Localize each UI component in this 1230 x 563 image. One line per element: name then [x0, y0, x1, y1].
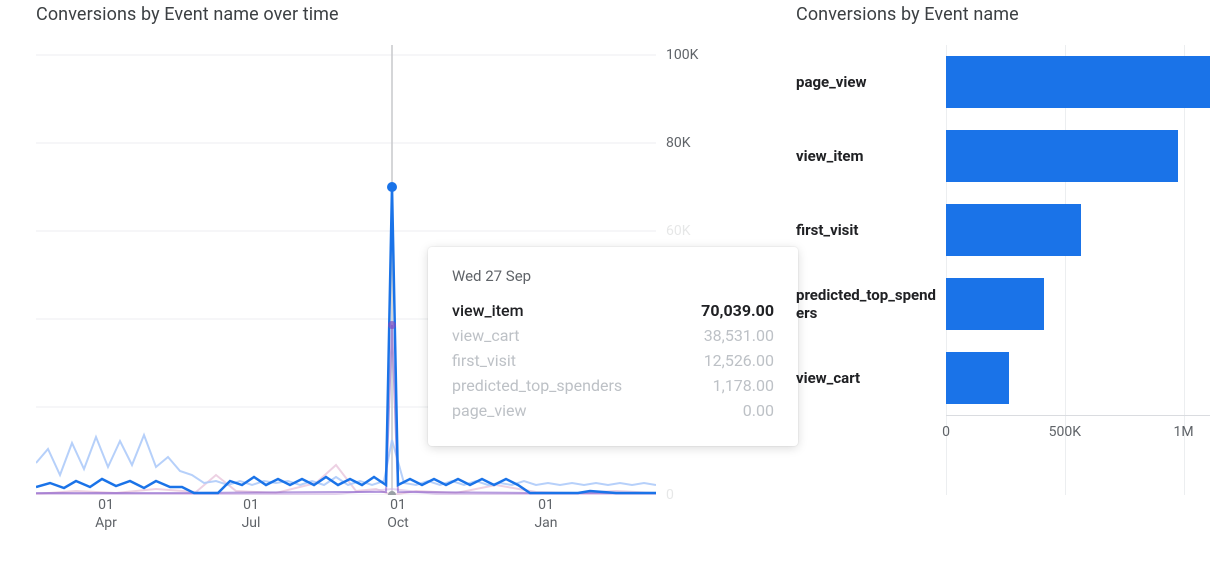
bar-label: view_cart	[796, 369, 946, 387]
bar-row: predicted_top_spenders	[796, 267, 1210, 341]
bar-label: page_view	[796, 73, 946, 91]
chart-tooltip: Wed 27 Sep view_item 70,039.00 view_cart…	[428, 247, 798, 446]
bar-x-tick: 1M	[1174, 424, 1194, 440]
y-tick: 60K	[666, 223, 691, 239]
bar-label: predicted_top_spenders	[796, 286, 946, 322]
bar-chart-panel: Conversions by Event name page_view view…	[776, 4, 1210, 563]
tooltip-row: page_view 0.00	[452, 401, 774, 420]
tooltip-row: first_visit 12,526.00	[452, 351, 774, 370]
y-tick: 100K	[666, 47, 698, 63]
bar-fill	[946, 56, 1210, 108]
bar-label: view_item	[796, 147, 946, 165]
tooltip-row: view_item 70,039.00	[452, 301, 774, 320]
bar-fill	[946, 204, 1081, 256]
tooltip-row: view_cart 38,531.00	[452, 326, 774, 345]
line-chart-title: Conversions by Event name over time	[36, 4, 776, 25]
line-x-axis: 01Apr 01Jul 01Oct 01Jan	[36, 497, 656, 537]
bar-row: view_item	[796, 119, 1210, 193]
x-tick: 01Oct	[387, 497, 409, 532]
bar-row: first_visit	[796, 193, 1210, 267]
x-tick: 01Jan	[534, 497, 557, 532]
bar-chart-title: Conversions by Event name	[796, 4, 1210, 25]
bar-fill	[946, 278, 1044, 330]
x-tick: 01Apr	[95, 497, 117, 532]
y-tick: 0	[666, 487, 674, 503]
tooltip-row: predicted_top_spenders 1,178.00	[452, 376, 774, 395]
bar-x-axis: 0 500K 1M	[946, 415, 1210, 445]
bar-row: view_cart	[796, 341, 1210, 415]
bar-fill	[946, 352, 1009, 404]
tooltip-date: Wed 27 Sep	[452, 267, 774, 285]
bar-row: page_view	[796, 45, 1210, 119]
y-tick: 80K	[666, 135, 691, 151]
bar-chart[interactable]: page_view view_item first_visit predicte…	[796, 45, 1210, 525]
bar-fill	[946, 130, 1178, 182]
line-chart-panel: Conversions by Event name over time	[36, 4, 776, 563]
x-tick: 01Jul	[242, 497, 261, 532]
bar-x-tick: 0	[942, 424, 950, 440]
line-chart[interactable]: 100K 80K 60K 40K 20K 0 01Apr 01Jul 01Oct	[36, 45, 776, 525]
bar-label: first_visit	[796, 221, 946, 239]
bar-x-tick: 500K	[1049, 424, 1081, 440]
